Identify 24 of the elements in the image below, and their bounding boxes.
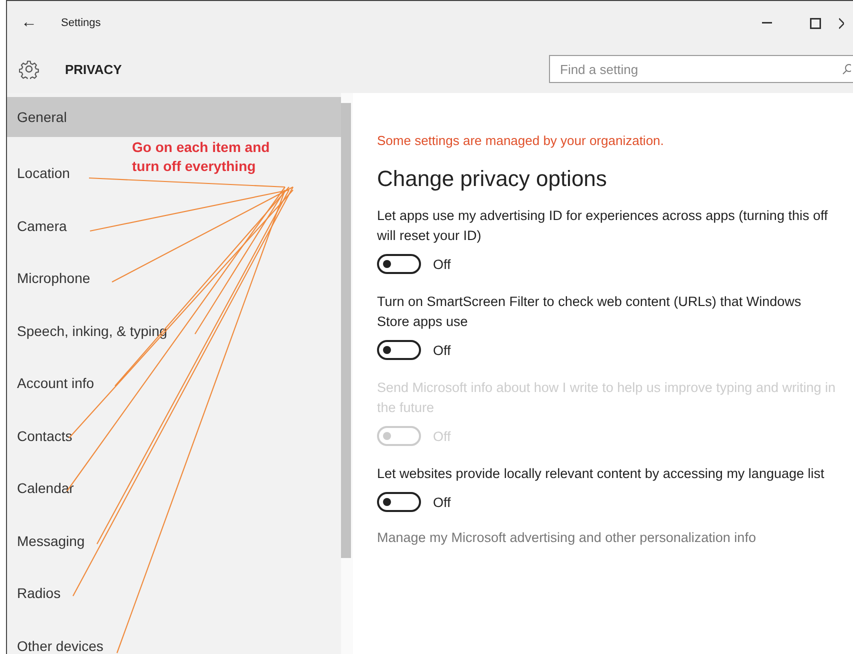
sidebar-item[interactable]: Messaging <box>7 514 85 567</box>
section-heading: Change privacy options <box>377 166 608 192</box>
sidebar-item[interactable]: Location <box>7 147 70 200</box>
sidebar-item[interactable]: Camera <box>7 200 67 252</box>
annotation-text: Go on each item and turn off everything <box>132 138 271 176</box>
page-title: PRIVACY <box>65 62 123 76</box>
toggle-state: Off <box>433 342 451 358</box>
sidebar-item[interactable]: Calendar <box>7 462 74 514</box>
option-label: Let apps use my advertising ID for experiences across apps (turning this off will reset your ID) <box>377 207 829 245</box>
toggle-state: Off <box>433 256 451 272</box>
sidebar-item[interactable]: Microphone <box>7 252 90 304</box>
back-button[interactable]: ← <box>7 14 51 32</box>
window-title: Settings <box>61 17 102 29</box>
sidebar-item[interactable]: Other devices <box>7 620 104 654</box>
search-field[interactable]: Find a setting <box>549 55 853 83</box>
notice-text: Some settings are managed by your organization. <box>377 133 665 148</box>
option-label: Let websites provide locally relevant content by accessing my language list <box>377 465 826 483</box>
toggle-state: Off <box>433 494 451 510</box>
settings-link[interactable]: Manage my Microsoft advertising and other personalization info <box>377 530 853 545</box>
sidebar-item[interactable]: General <box>7 97 341 137</box>
option-label: Turn on SmartScreen Filter to check web content (URLs) that Windows Store apps use <box>377 293 802 331</box>
sidebar-item[interactable]: Account info <box>7 357 94 410</box>
sidebar-item[interactable]: Contacts <box>7 410 72 462</box>
sidebar-item[interactable]: Radios <box>7 567 61 620</box>
